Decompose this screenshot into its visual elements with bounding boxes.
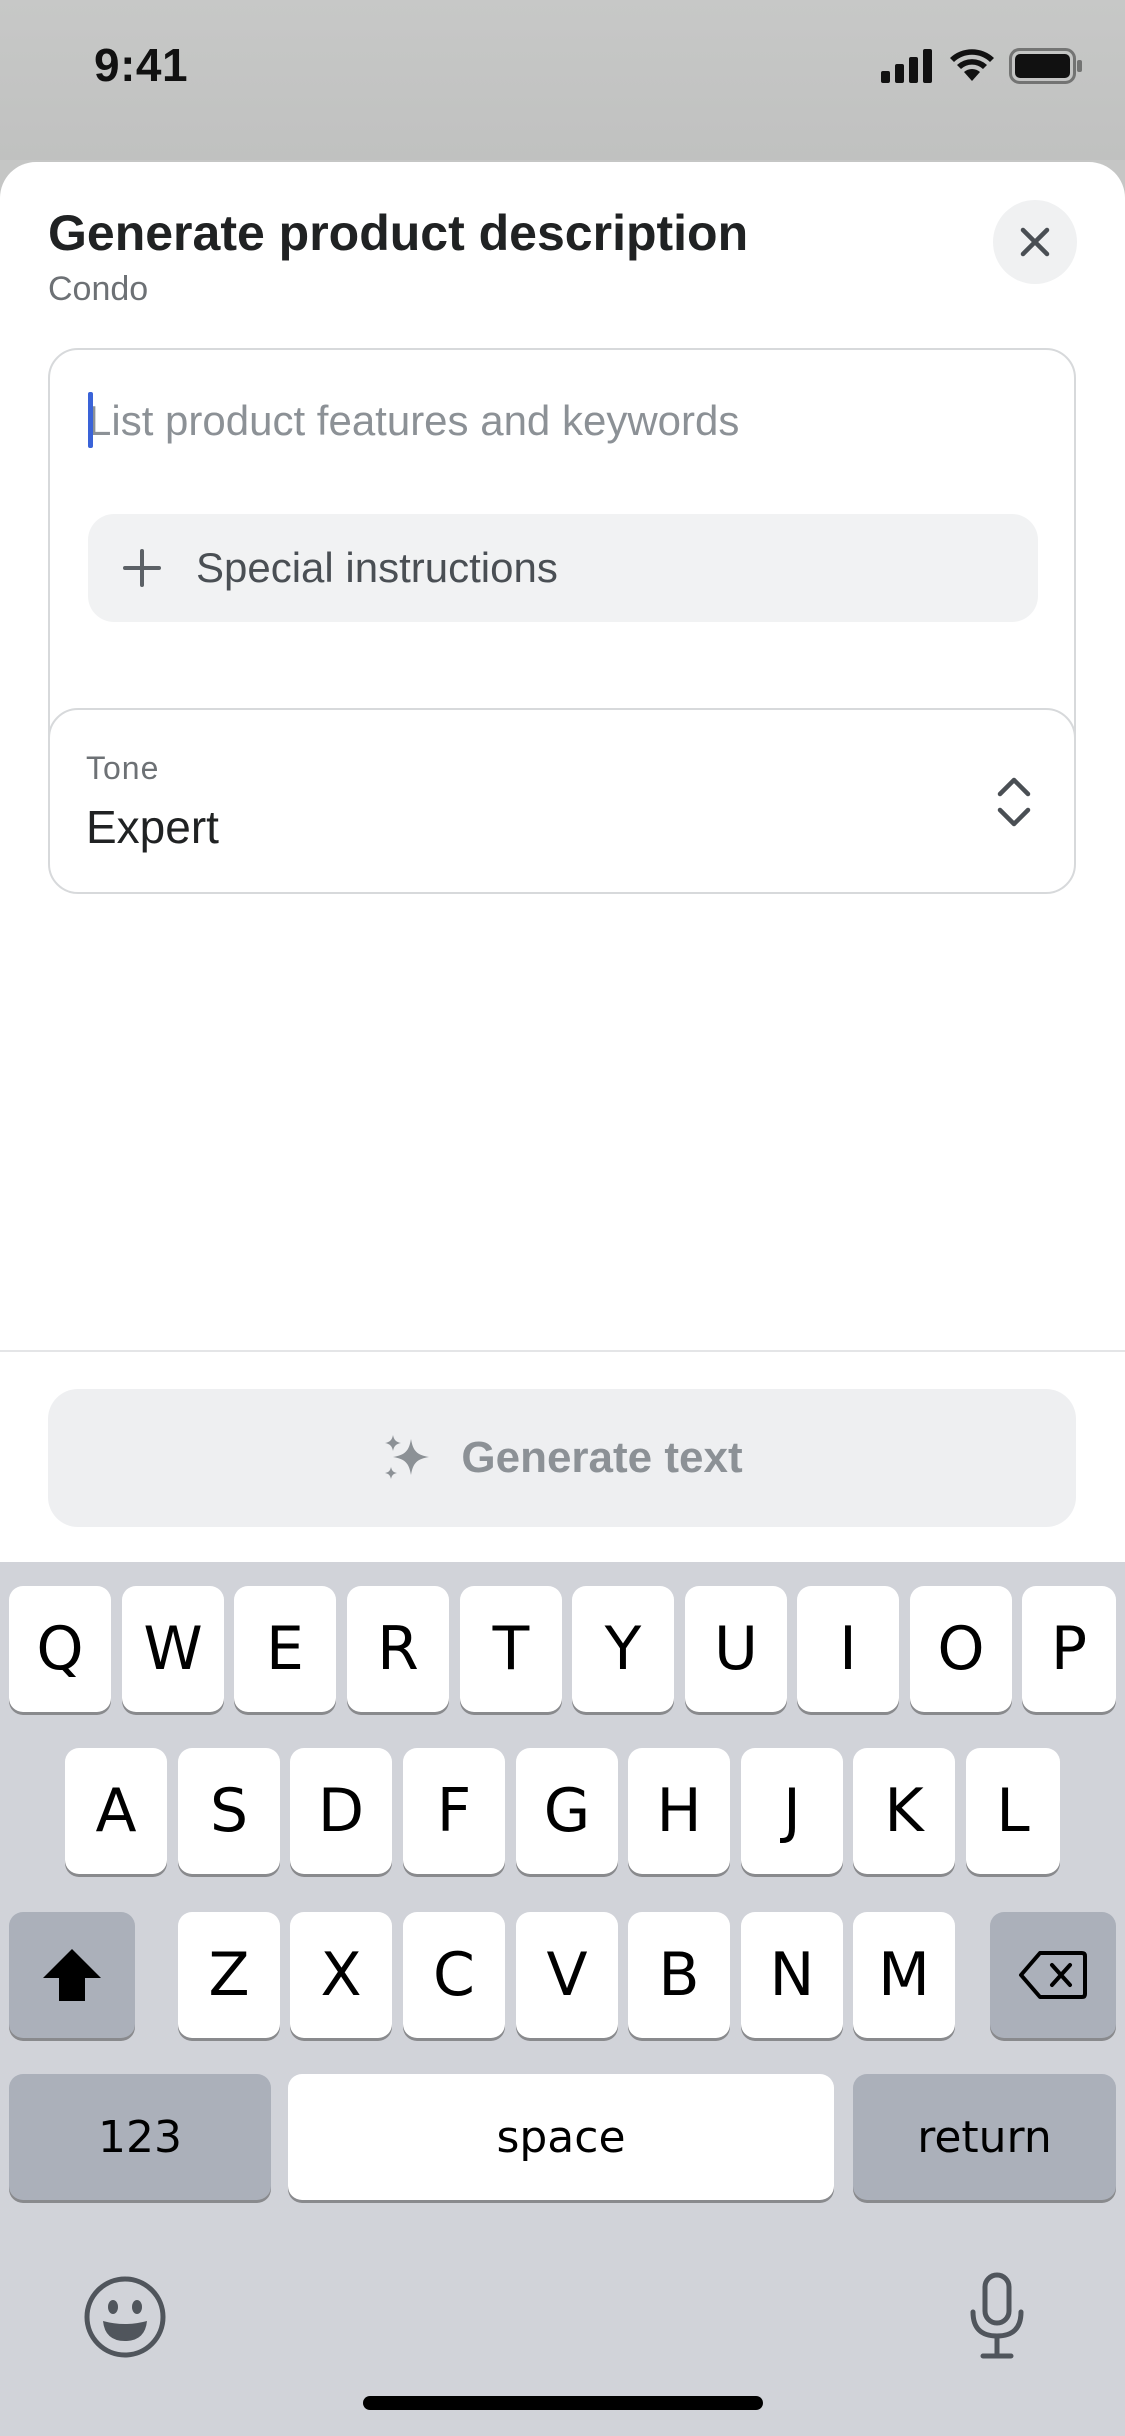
key-o[interactable]: O <box>910 1586 1012 1712</box>
key-d[interactable]: D <box>290 1748 392 1874</box>
space-key[interactable]: space <box>288 2074 834 2200</box>
divider <box>0 1350 1125 1352</box>
special-instructions-button[interactable]: Special instructions <box>88 514 1038 622</box>
tone-value: Expert <box>86 801 219 853</box>
tone-select[interactable]: Tone Expert <box>48 708 1076 894</box>
chevron-updown-icon <box>997 777 1031 827</box>
shift-icon <box>43 1949 101 2001</box>
key-e[interactable]: E <box>234 1586 336 1712</box>
generate-text-button[interactable]: Generate text <box>48 1389 1076 1527</box>
key-q[interactable]: Q <box>9 1586 111 1712</box>
key-z[interactable]: Z <box>178 1912 280 2038</box>
status-icons <box>881 48 1083 84</box>
keyboard: Q W E R T Y U I O P A S D F G H J K L Z … <box>0 1562 1125 2436</box>
microphone-icon <box>970 2272 1024 2359</box>
backspace-key[interactable] <box>990 1912 1116 2038</box>
key-a[interactable]: A <box>65 1748 167 1874</box>
return-key[interactable]: return <box>853 2074 1116 2200</box>
sheet-title: Generate product description <box>48 205 749 261</box>
key-s[interactable]: S <box>178 1748 280 1874</box>
key-m[interactable]: M <box>853 1912 955 2038</box>
emoji-button[interactable] <box>80 2272 170 2362</box>
key-f[interactable]: F <box>403 1748 505 1874</box>
special-instructions-label: Special instructions <box>196 544 558 591</box>
key-i[interactable]: I <box>797 1586 899 1712</box>
wifi-icon <box>950 49 994 81</box>
status-time: 9:41 <box>94 39 189 91</box>
key-r[interactable]: R <box>347 1586 449 1712</box>
close-button[interactable] <box>993 200 1077 284</box>
key-h[interactable]: H <box>628 1748 730 1874</box>
generate-text-label: Generate text <box>461 1433 743 1482</box>
key-j[interactable]: J <box>741 1748 843 1874</box>
key-b[interactable]: B <box>628 1912 730 2038</box>
key-y[interactable]: Y <box>572 1586 674 1712</box>
home-indicator[interactable] <box>363 2396 763 2410</box>
shift-key[interactable] <box>9 1912 135 2038</box>
close-icon <box>1020 227 1050 257</box>
bottom-sheet: Generate product description Condo List … <box>0 162 1125 1562</box>
features-input-placeholder[interactable]: List product features and keywords <box>88 392 739 450</box>
status-bar: 9:41 <box>0 0 1125 160</box>
microphone-button[interactable] <box>952 2268 1042 2364</box>
sparkle-icon <box>385 1435 430 1479</box>
key-p[interactable]: P <box>1022 1586 1116 1712</box>
key-x[interactable]: X <box>290 1912 392 2038</box>
key-g[interactable]: G <box>516 1748 618 1874</box>
signal-icon <box>881 49 932 83</box>
sheet-subtitle: Condo <box>48 270 149 308</box>
key-n[interactable]: N <box>741 1912 843 2038</box>
text-caret <box>88 392 93 448</box>
key-c[interactable]: C <box>403 1912 505 2038</box>
key-l[interactable]: L <box>966 1748 1060 1874</box>
plus-icon <box>120 546 164 590</box>
backspace-icon <box>1019 1951 1087 1999</box>
key-t[interactable]: T <box>460 1586 562 1712</box>
key-v[interactable]: V <box>516 1912 618 2038</box>
numbers-key[interactable]: 123 <box>9 2074 271 2200</box>
key-u[interactable]: U <box>685 1586 787 1712</box>
key-k[interactable]: K <box>853 1748 955 1874</box>
battery-icon <box>1009 48 1082 84</box>
tone-label: Tone <box>86 750 160 786</box>
emoji-icon <box>84 2276 166 2358</box>
key-w[interactable]: W <box>122 1586 224 1712</box>
screen: 9:41 Generate product description Condo <box>0 0 1125 2436</box>
